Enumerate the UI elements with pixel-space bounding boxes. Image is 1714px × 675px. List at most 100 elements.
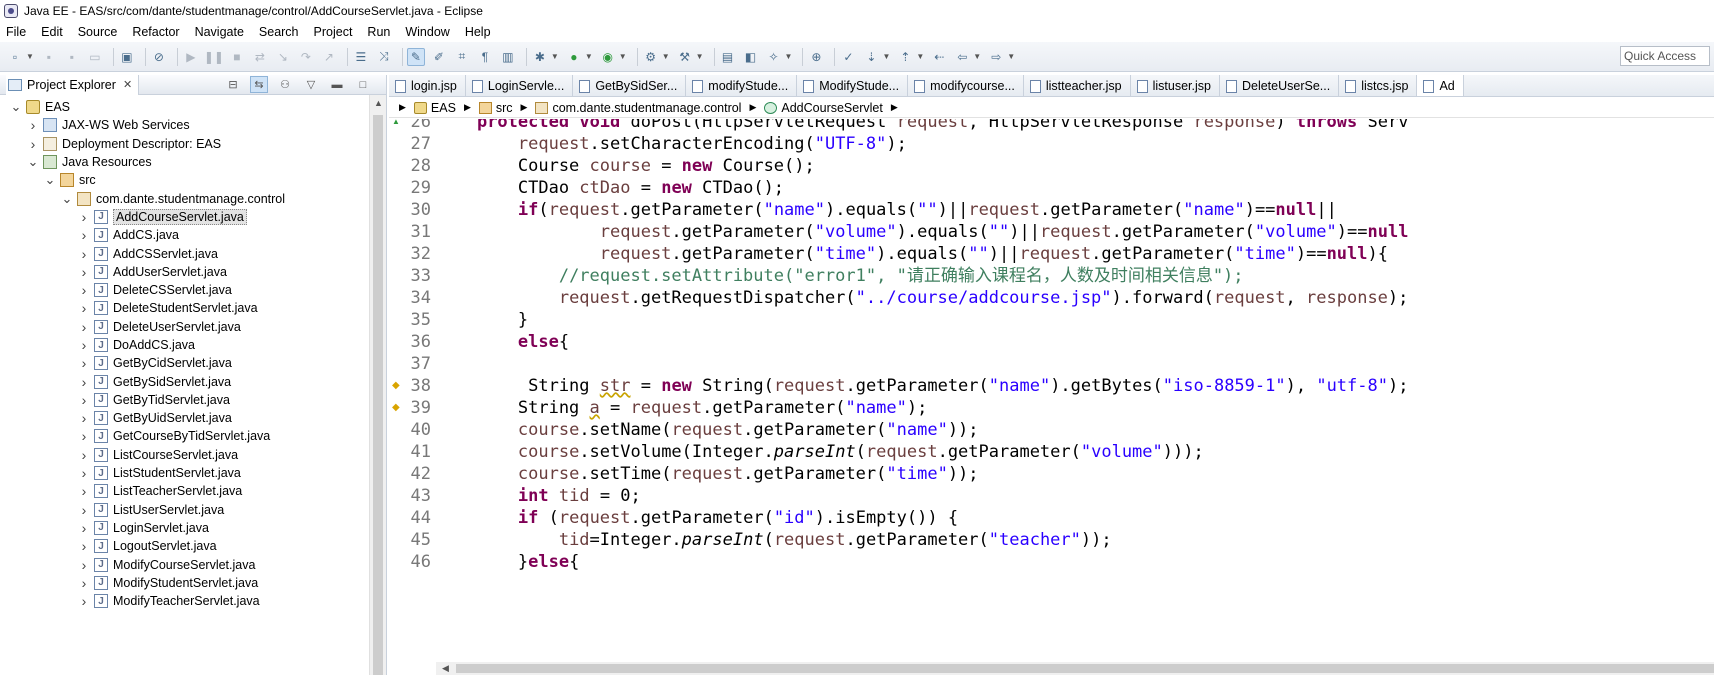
menu-source[interactable]: Source (78, 25, 125, 39)
code-line[interactable]: if (request.getParameter("id").isEmpty()… (436, 507, 958, 529)
minimize-icon[interactable]: ▬ (328, 76, 346, 93)
forward-icon[interactable]: ⇨ (987, 48, 1005, 66)
chevron-down-icon[interactable]: ⌄ (44, 173, 56, 186)
warning-marker-icon[interactable]: ◆ (392, 375, 400, 397)
editor-tab[interactable]: modifycourse... (908, 75, 1024, 96)
chevron-right-icon[interactable]: › (27, 137, 39, 151)
tree-item[interactable]: › ListCourseServlet.java (0, 446, 386, 464)
horizontal-scrollbar[interactable]: ◀ (436, 662, 1714, 675)
scroll-left-icon[interactable]: ◀ (442, 662, 449, 675)
quick-access-input[interactable]: Quick Access (1620, 46, 1710, 66)
chevron-right-icon[interactable]: › (78, 558, 90, 572)
tree-item[interactable]: › AddUserServlet.java (0, 263, 386, 281)
tree-item[interactable]: › Deployment Descriptor: EAS (0, 135, 386, 153)
editor-tab[interactable]: ModifyStude... (797, 75, 909, 96)
editor-tab[interactable]: LoginServle... (466, 75, 574, 96)
save-icon[interactable]: ▪ (40, 48, 58, 66)
chevron-right-icon[interactable]: › (78, 521, 90, 535)
editor-tab[interactable]: GetBySidSer... (573, 75, 687, 96)
debug-icon[interactable]: ✱ (531, 48, 549, 66)
tree-item[interactable]: › GetCourseByTidServlet.java (0, 427, 386, 445)
code-line[interactable]: Course course = new Course(); (436, 155, 815, 177)
chevron-right-icon[interactable]: › (78, 393, 90, 407)
code-line[interactable]: request.setCharacterEncoding("UTF-8"); (436, 133, 907, 155)
show-source-icon[interactable]: ▥ (499, 48, 517, 66)
tree-item[interactable]: › DeleteStudentServlet.java (0, 299, 386, 317)
view-menu-icon[interactable]: ⚇ (276, 76, 294, 93)
menu-edit[interactable]: Edit (41, 25, 70, 39)
chevron-right-icon[interactable]: › (78, 429, 90, 443)
chevron-right-icon[interactable]: › (78, 503, 90, 517)
step-into-icon[interactable]: ↘ (274, 48, 292, 66)
prev-annotation-icon[interactable]: ⇡ (896, 48, 914, 66)
chevron-right-icon[interactable]: › (27, 118, 39, 132)
menu-file[interactable]: File (6, 25, 33, 39)
chevron-down-icon[interactable]: ⌄ (10, 100, 22, 113)
save-all-icon[interactable]: ▪ (63, 48, 81, 66)
editor-tab[interactable]: Ad (1417, 75, 1464, 96)
tree-item[interactable]: ⌄ Java Resources (0, 153, 386, 171)
drop-to-frame-icon[interactable]: ☰ (352, 48, 370, 66)
editor-tab[interactable]: listcs.jsp (1339, 75, 1418, 96)
search-icon[interactable]: ✧ (765, 48, 783, 66)
block-selection-icon[interactable]: ⌗ (453, 48, 471, 66)
tree-item[interactable]: › ListStudentServlet.java (0, 464, 386, 482)
chevron-right-icon[interactable]: › (78, 539, 90, 553)
code-area[interactable]: 26 ▲ 27 28 29 30 31 32 33 34 35 36 37 38 ◆ 39 ◆ 40 41 42 43 4… (389, 119, 1714, 675)
project-explorer-tab[interactable]: Project Explorer ✕ (6, 74, 140, 95)
chevron-right-icon[interactable]: › (78, 484, 90, 498)
scrollbar-thumb[interactable] (373, 115, 383, 675)
debug-dropdown-icon[interactable]: ▼ (551, 52, 559, 61)
tree-item[interactable]: › ModifyStudentServlet.java (0, 574, 386, 592)
chevron-right-icon[interactable]: › (78, 283, 90, 297)
next-annotation-icon[interactable]: ⇣ (862, 48, 880, 66)
tools-dropdown-icon[interactable]: ▼ (696, 52, 704, 61)
coverage-dropdown-icon[interactable]: ▼ (619, 52, 627, 61)
tree-item[interactable]: › GetByCidServlet.java (0, 354, 386, 372)
code-text[interactable]: protected void doPost(HttpServletRequest… (436, 119, 1714, 675)
chevron-right-icon[interactable]: › (78, 356, 90, 370)
run-coverage-icon[interactable]: ◉ (599, 48, 617, 66)
code-line[interactable]: else{ (436, 331, 569, 353)
code-line[interactable]: course.setTime(request.getParameter("tim… (436, 463, 979, 485)
breadcrumb-class[interactable]: AddCourseServlet (764, 101, 883, 115)
chevron-right-icon[interactable]: › (78, 411, 90, 425)
tree-item[interactable]: › ModifyCourseServlet.java (0, 555, 386, 573)
chevron-right-icon[interactable]: › (78, 265, 90, 279)
tree-item[interactable]: › DeleteCSServlet.java (0, 281, 386, 299)
new-dropdown-icon[interactable]: ▼ (26, 52, 34, 61)
editor-tab[interactable]: DeleteUserSe... (1220, 75, 1340, 96)
open-console-icon[interactable]: ▣ (118, 48, 136, 66)
chevron-right-icon[interactable]: › (78, 594, 90, 608)
new-java-package-icon[interactable]: ▤ (719, 48, 737, 66)
code-line[interactable]: CTDao ctDao = new CTDao(); (436, 177, 784, 199)
tree-item[interactable]: › AddCS.java (0, 226, 386, 244)
new-icon[interactable]: ▫ (6, 48, 24, 66)
terminate-icon[interactable]: ■ (228, 48, 246, 66)
chevron-right-icon[interactable]: › (78, 301, 90, 315)
code-line[interactable]: }else{ (436, 551, 579, 573)
prev-annotation-dropdown-icon[interactable]: ▼ (916, 52, 924, 61)
chevron-down-icon[interactable]: ⌄ (27, 155, 39, 168)
forward-dropdown-icon[interactable]: ▼ (1007, 52, 1015, 61)
chevron-right-icon[interactable]: › (78, 576, 90, 590)
override-marker-icon[interactable]: ▲ (392, 119, 400, 133)
tree-item[interactable]: › DeleteUserServlet.java (0, 318, 386, 336)
breadcrumb-project[interactable]: EAS (413, 101, 456, 115)
menu-refactor[interactable]: Refactor (132, 25, 186, 39)
code-line[interactable]: int tid = 0; (436, 485, 641, 507)
code-line[interactable]: request.getParameter("volume").equals(""… (436, 221, 1409, 243)
step-over-icon[interactable]: ↷ (297, 48, 315, 66)
tree-item[interactable]: › GetByTidServlet.java (0, 391, 386, 409)
back-dropdown-icon[interactable]: ▼ (973, 52, 981, 61)
chevron-right-icon[interactable]: › (78, 338, 90, 352)
menu-search[interactable]: Search (259, 25, 306, 39)
run-dropdown-icon[interactable]: ▼ (585, 52, 593, 61)
annotation-icon[interactable]: ✓ (839, 48, 857, 66)
editor-tab[interactable]: login.jsp (389, 75, 466, 96)
tree-item[interactable]: ⌄ src (0, 171, 386, 189)
code-line[interactable]: course.setName(request.getParameter("nam… (436, 419, 979, 441)
use-step-filters-icon[interactable]: ⤨ (375, 48, 393, 66)
step-return-icon[interactable]: ↗ (320, 48, 338, 66)
scrollbar-thumb[interactable] (456, 664, 1714, 673)
